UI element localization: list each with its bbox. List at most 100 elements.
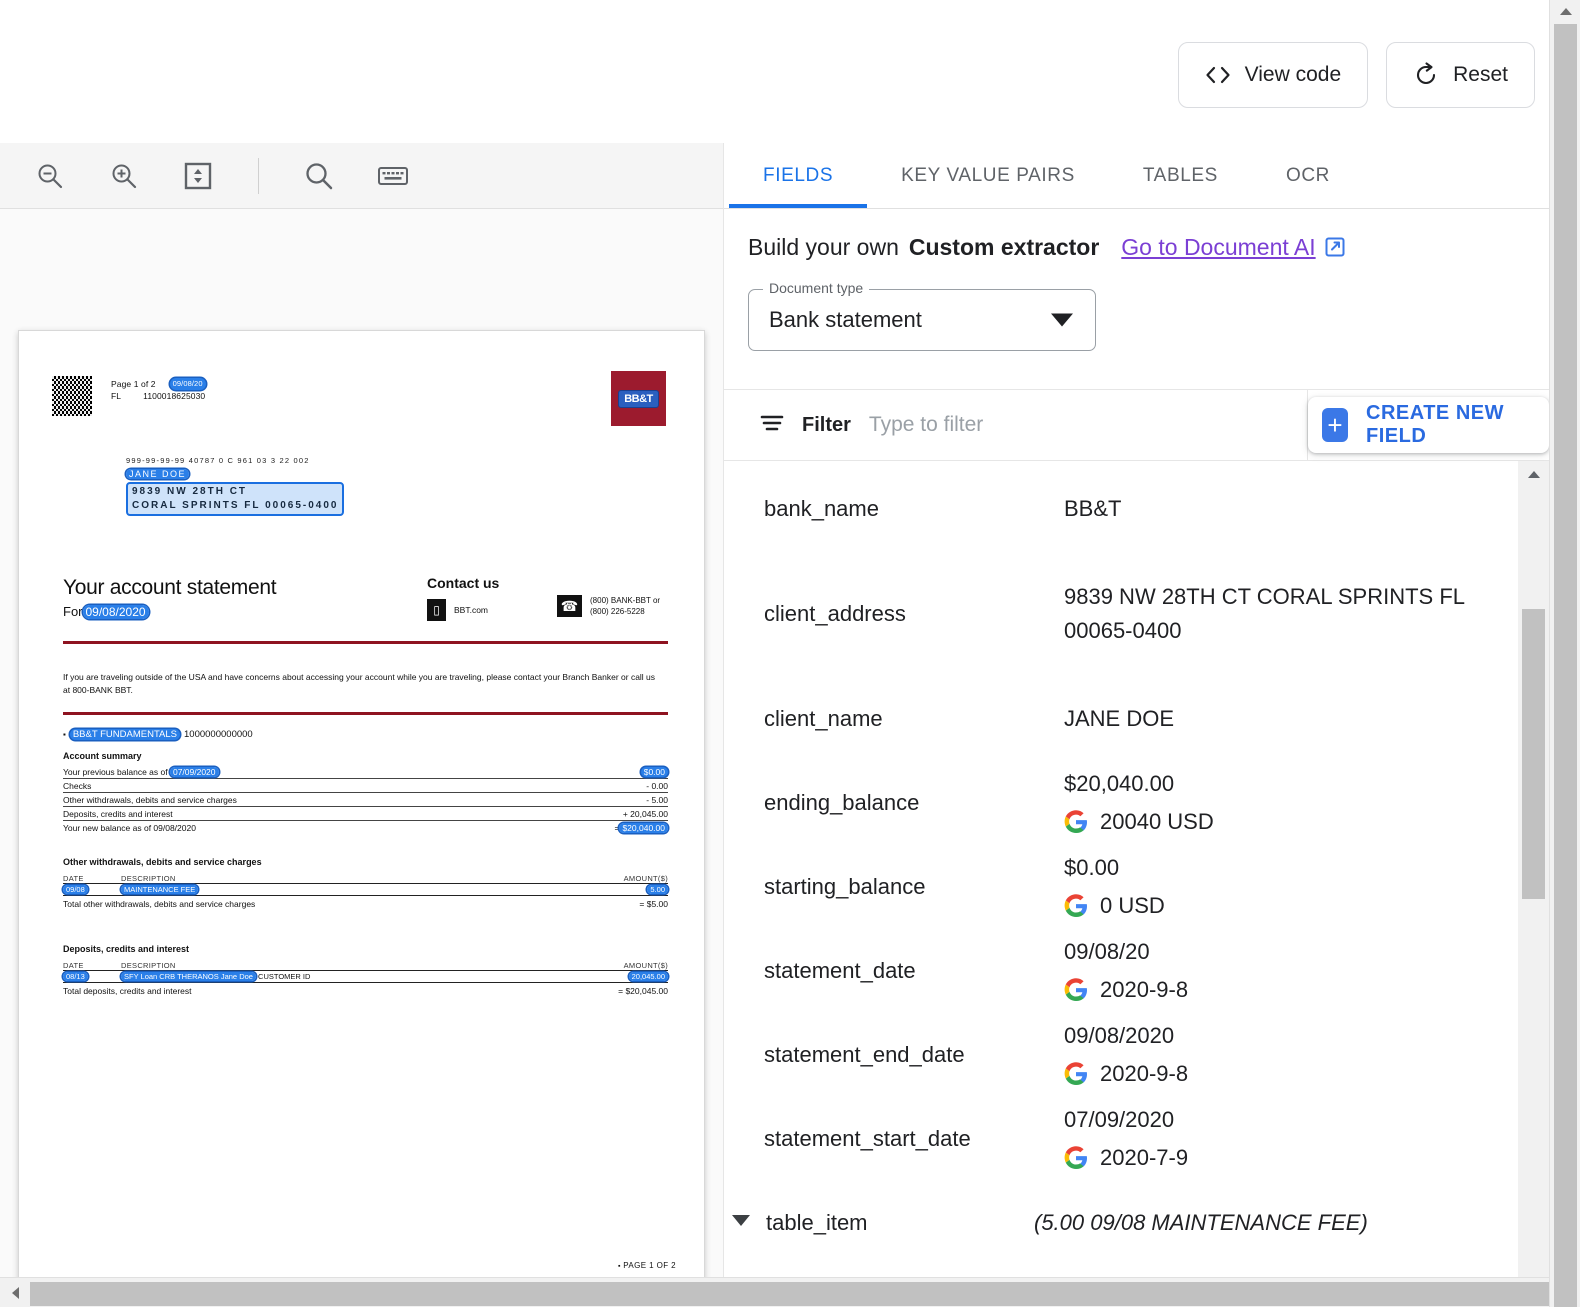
barcode-icon	[52, 376, 92, 416]
fields-scrollbar-thumb[interactable]	[1522, 609, 1545, 899]
page-vertical-scrollbar[interactable]	[1549, 0, 1580, 1307]
keyboard-icon[interactable]	[371, 154, 415, 198]
col-description: DESCRIPTION	[121, 874, 624, 883]
summary-amount: - 5.00	[646, 795, 668, 805]
page-vertical-scrollbar-thumb[interactable]	[1554, 24, 1577, 1307]
field-key: bank_name	[764, 467, 1064, 551]
summary-row: Checks - 0.00	[63, 779, 668, 793]
google-g-icon	[1064, 1146, 1088, 1170]
state-label: FL	[111, 390, 121, 402]
page-scroll-left-arrow-icon[interactable]	[0, 1278, 30, 1307]
col-date: DATE	[63, 961, 121, 970]
summary-amount: $0.00	[641, 767, 668, 777]
tab-fields[interactable]: FIELDS	[729, 143, 867, 208]
account-summary-table: Your previous balance as of 07/09/2020 $…	[63, 765, 668, 834]
deposits-title: Deposits, credits and interest	[63, 944, 189, 954]
field-row[interactable]: statement_end_date 09/08/2020 2020-9-8	[724, 1013, 1518, 1097]
scroll-up-arrow-icon[interactable]	[1518, 463, 1549, 485]
field-value: BB&T	[1064, 492, 1518, 526]
tab-ocr[interactable]: OCR	[1252, 143, 1364, 208]
document-viewer: Page 1 of 2 09/08/20 FL 1100018625030 BB…	[0, 143, 724, 1277]
field-normalized-value: 20040 USD	[1100, 805, 1214, 839]
field-row[interactable]: transaction_deposit --	[724, 1265, 1518, 1277]
account-number: 1000000000000	[184, 729, 253, 740]
field-row[interactable]: client_name JANE DOE	[724, 677, 1518, 761]
document-footer-page: ▪ PAGE 1 OF 2	[618, 1261, 676, 1270]
summary-row: Other withdrawals, debits and service ch…	[63, 793, 668, 807]
summary-label: Deposits, credits and interest	[63, 809, 173, 819]
field-value: 07/09/2020	[1064, 1103, 1518, 1137]
tab-tables[interactable]: TABLES	[1109, 143, 1252, 208]
viewer-canvas[interactable]: Page 1 of 2 09/08/20 FL 1100018625030 BB…	[0, 209, 723, 1277]
field-row[interactable]: client_address 9839 NW 28TH CT CORAL SPR…	[724, 551, 1518, 677]
mobile-phone-icon: ▯	[427, 599, 446, 621]
field-row[interactable]: starting_balance $0.00 0 USD	[724, 845, 1518, 929]
field-row[interactable]: statement_date 09/08/20 2020-9-8	[724, 929, 1518, 1013]
field-row[interactable]: statement_start_date 07/09/2020 2020-7-9	[724, 1097, 1518, 1181]
create-new-field-button[interactable]: + CREATE NEW FIELD	[1308, 397, 1549, 453]
field-row[interactable]: table_item (5.00 09/08 MAINTENANCE FEE)	[724, 1181, 1518, 1265]
go-to-document-ai-link[interactable]: Go to Document AI	[1121, 234, 1345, 261]
total-amount: = $5.00	[639, 899, 668, 909]
filter-input[interactable]	[867, 412, 1307, 438]
code-brackets-icon	[1205, 66, 1231, 84]
phone-line-2: (800) 226-5228	[590, 606, 660, 617]
tab-key-value-pairs[interactable]: KEY VALUE PAIRS	[867, 143, 1109, 208]
field-row[interactable]: bank_name BB&T	[724, 467, 1518, 551]
table-row: 09/08 MAINTENANCE FEE 5.00	[63, 883, 668, 896]
for-label: For	[63, 604, 83, 619]
fit-page-icon[interactable]	[176, 154, 220, 198]
reset-button[interactable]: Reset	[1386, 42, 1535, 108]
summary-date: 07/09/2020	[170, 767, 219, 777]
google-g-icon	[1064, 978, 1088, 1002]
row-date: 09/08	[63, 885, 88, 894]
zoom-out-icon[interactable]	[28, 154, 72, 198]
document-page[interactable]: Page 1 of 2 09/08/20 FL 1100018625030 BB…	[18, 330, 705, 1277]
open-in-new-icon	[1324, 236, 1346, 258]
document-type-legend: Document type	[763, 280, 869, 296]
filter-left: Filter	[724, 390, 1308, 460]
field-normalized: 20040 USD	[1064, 805, 1518, 839]
field-key: transaction_deposit	[804, 1265, 1064, 1277]
withdrawals-table: DATE DESCRIPTION AMOUNT($) 09/08 MAINTEN…	[63, 874, 668, 909]
travel-notice: If you are traveling outside of the USA …	[63, 671, 663, 697]
field-row[interactable]: ending_balance $20,040.00 20040 USD	[724, 761, 1518, 845]
field-normalized: 0 USD	[1064, 889, 1518, 923]
document-type-select[interactable]: Document type Bank statement	[748, 289, 1096, 351]
fields-list[interactable]: bank_name BB&T client_address 9839 NW 28…	[724, 461, 1518, 1277]
total-label: Total other withdrawals, debits and serv…	[63, 899, 255, 909]
field-key: statement_start_date	[764, 1097, 1064, 1181]
google-g-icon	[1064, 894, 1088, 918]
summary-label: Your new balance as of 09/08/2020	[63, 823, 196, 833]
statement-for-date: 09/08/2020	[83, 605, 149, 619]
build-prefix: Build your own	[748, 234, 899, 261]
fields-scrollbar[interactable]	[1518, 461, 1549, 1277]
field-key: client_name	[764, 677, 1064, 761]
field-normalized: 2020-7-9	[1064, 1141, 1518, 1175]
expand-collapse-caret-icon[interactable]	[732, 1215, 750, 1226]
col-description: DESCRIPTION	[121, 961, 624, 970]
chevron-down-icon[interactable]	[1051, 314, 1073, 327]
row-description: SFY Loan CRB THERANOS Jane Doe	[121, 972, 256, 981]
contact-website: ▯ BBT.com	[427, 599, 488, 621]
table-header-row: DATE DESCRIPTION AMOUNT($)	[63, 874, 668, 883]
zoom-in-icon[interactable]	[102, 154, 146, 198]
field-key: ending_balance	[764, 761, 1064, 845]
address-account-line: 999-99-99-99 40787 0 C 961 03 3 22 002	[126, 455, 344, 468]
field-normalized-value: 2020-7-9	[1100, 1141, 1188, 1175]
panel-tabs: FIELDS KEY VALUE PAIRS TABLES OCR	[724, 143, 1549, 209]
col-amount: AMOUNT($)	[624, 961, 668, 970]
bank-logo-text: BB&T	[618, 390, 659, 408]
col-date: DATE	[63, 874, 121, 883]
field-normalized: 2020-9-8	[1064, 973, 1518, 1007]
view-code-button[interactable]: View code	[1178, 42, 1369, 108]
toolbar-divider	[258, 158, 259, 194]
page-horizontal-scrollbar-thumb[interactable]	[30, 1282, 1549, 1306]
field-normalized-value: 0 USD	[1100, 889, 1165, 923]
contact-phone: ☎ (800) BANK-BBT or (800) 226-5228	[557, 595, 660, 617]
page-horizontal-scrollbar[interactable]	[0, 1277, 1549, 1307]
search-icon[interactable]	[297, 154, 341, 198]
page-scroll-up-arrow-icon[interactable]	[1550, 0, 1580, 22]
field-value: (5.00 09/08 MAINTENANCE FEE)	[1034, 1206, 1518, 1240]
reset-rotate-icon	[1413, 62, 1439, 88]
